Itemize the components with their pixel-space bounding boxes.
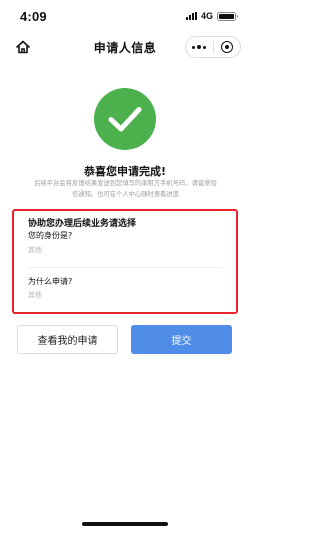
status-time: 4:09: [20, 8, 47, 24]
close-mini-program-button[interactable]: [214, 41, 241, 53]
mini-program-capsule: [185, 36, 241, 58]
target-circle-icon: [220, 41, 233, 53]
network-label: 4G: [200, 11, 213, 21]
more-dots-icon[interactable]: [186, 45, 213, 49]
home-indicator: [82, 522, 168, 526]
nav-bar: 申请人信息: [0, 32, 250, 62]
battery-icon: [217, 11, 238, 21]
followup-heading: 协助您办理后续业务请选择: [28, 219, 137, 229]
submit-button[interactable]: 提交: [131, 325, 232, 354]
signal-icon: [185, 12, 197, 20]
page-title: 申请人信息: [93, 40, 157, 55]
identity-select[interactable]: 其他: [28, 245, 42, 255]
home-icon[interactable]: [15, 39, 31, 55]
identity-question-label: 您的身份是?: [28, 231, 73, 240]
reason-select[interactable]: 其他: [28, 290, 42, 300]
card-divider: [28, 267, 222, 268]
view-my-application-button[interactable]: 查看我的申请: [17, 325, 118, 354]
status-indicators: 4G: [185, 11, 238, 21]
success-description: 后续平台会将反馈结果发送到您填写的承租方手机号码，请留意短信通知。也可在个人中心…: [34, 180, 217, 198]
reason-question-label: 为什么申请?: [28, 277, 73, 286]
status-bar: 4:09 4G: [0, 0, 250, 32]
check-circle-icon: [94, 88, 156, 150]
success-title: 恭喜您申请完成!: [83, 165, 167, 178]
